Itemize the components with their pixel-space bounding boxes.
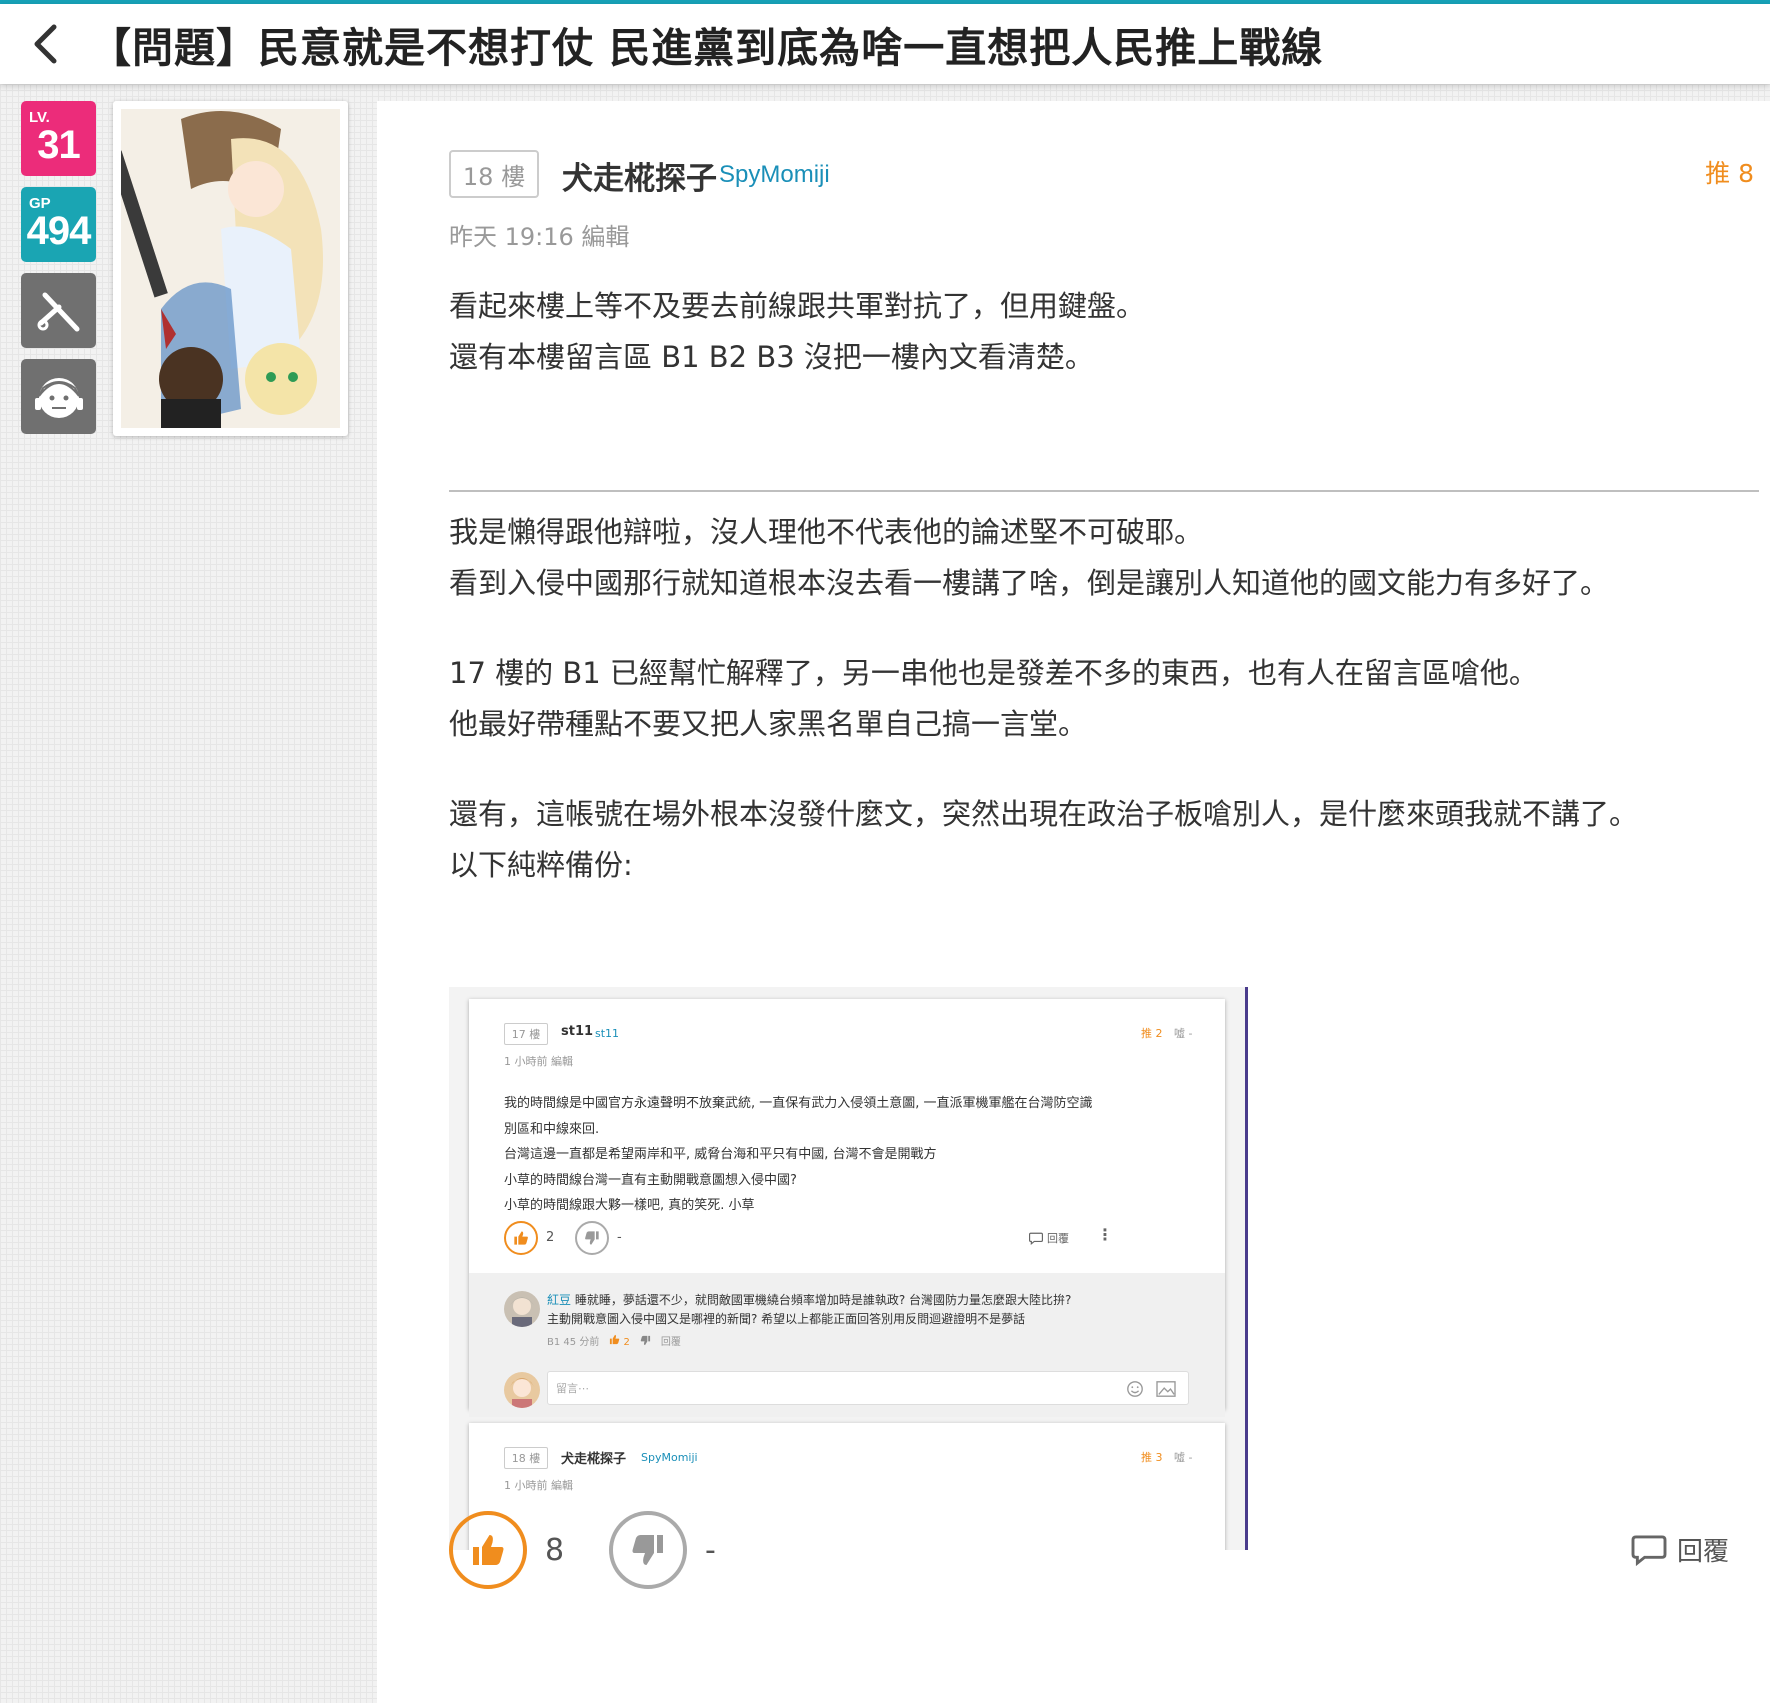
comment-input-placeholder: 留言⋯ [556,1382,589,1395]
like-button[interactable] [449,1511,527,1589]
author-name[interactable]: 犬走椛探子 [562,153,717,198]
floor-number: 18 樓 [449,150,539,198]
screenshot-like-button [504,1221,538,1255]
comment-like-count: 2 [623,1336,630,1348]
tool-icon [37,292,79,331]
screenshot-post-card: 17 樓 st11 st11 推 2 噓 - 1 小時前 編輯 我的時間線是中國… [469,999,1225,1417]
comment-line: 睡就睡，夢話還不少，就問敵國軍機繞台頻率增加時是誰執政? 台灣國防力量怎麼跟大陸… [574,1293,1072,1307]
screenshot-dislike-button [575,1221,609,1255]
paragraph-line: 我是懶得跟他辯啦，沒人理他不代表他的論述堅不可破耶。 [449,515,1204,549]
comment-reply: 回覆 [660,1337,681,1348]
screenshot-next-boo: 噓 - [1174,1451,1193,1464]
screenshot-line: 小草的時間線跟大夥一樣吧, 真的笑死. 小草 [504,1198,755,1213]
screenshot-time: 1 小時前 編輯 [504,1055,573,1068]
screenshot-push: 推 2 [1141,1027,1163,1040]
comment-likes: 2 [609,1334,630,1348]
avatar-card[interactable] [113,101,348,436]
paragraph-line: 他最好帶種點不要又把人家黑名單自己搞一言堂。 [449,707,1088,741]
comment-floor: B1 [547,1337,561,1348]
paragraph-line: 看起來樓上等不及要去前線跟共軍對抗了，但用鍵盤。 [449,289,1146,323]
paragraph: 還有，這帳號在場外根本沒發什麼文，突然出現在政治子板嗆別人，是什麼來頭我就不講了… [449,789,1759,891]
avatar-image [121,109,340,428]
screenshot-next-author: 犬走椛探子 [561,1452,627,1467]
screenshot-reply-label: 回覆 [1047,1232,1069,1245]
post-content: 看起來樓上等不及要去前線跟共軍對抗了，但用鍵盤。 還有本樓留言區 B1 B2 B… [449,281,1759,891]
top-bar: 【問題】民意就是不想打仗 民進黨到底為啥一直想把人民推上戰線 [0,4,1770,84]
screenshot-next-floor: 18 樓 [504,1447,548,1469]
screenshot-next-time: 1 小時前 編輯 [504,1479,573,1492]
screenshot-line: 台灣這邊一直都是希望兩岸和平, 威脅台海和平只有中國, 台灣不會是開戰方 [504,1147,937,1162]
paragraph: 我是懶得跟他辯啦，沒人理他不代表他的論述堅不可破耶。 看到入侵中國那行就知道根本… [449,507,1759,609]
comment-meta: B1 45 分前 2 回覆 [547,1333,681,1348]
thumb-down-icon [632,1535,663,1565]
screenshot-text: 我的時間線是中國官方永遠聲明不放棄武統, 一直保有武力入侵領土意圖, 一直派軍機… [504,1091,1093,1219]
dislike-count: - [705,1533,716,1568]
thumb-up-icon [514,1231,528,1245]
thumb-down-icon [640,1335,650,1346]
paragraph-line: 看到入侵中國那行就知道根本沒去看一樓講了啥，倒是讓別人知道他的國文能力有多好了。 [449,566,1610,600]
post-time: 昨天 19:16 編輯 [449,223,630,251]
screenshot-reply: 回覆 [1029,1230,1069,1246]
paragraph: 17 樓的 B1 已經幫忙解釋了，另一串他也是發差不多的東西，也有人在留言區嗆他… [449,648,1759,750]
paragraph-line: 還有，這帳號在場外根本沒發什麼文，突然出現在政治子板嗆別人，是什麼來頭我就不講了… [449,797,1639,831]
reply-label: 回覆 [1677,1537,1730,1567]
screenshot-line: 小草的時間線台灣一直有主動開戰意圖想入侵中國? [504,1172,797,1188]
screenshot-next-push: 推 3 [1141,1451,1163,1464]
back-arrow-icon [34,24,57,64]
more-icon: ⋮ [1097,1225,1113,1244]
like-count: 8 [545,1533,565,1568]
comment-icon [1029,1232,1043,1245]
push-count: 推 8 [1705,159,1754,188]
author-id[interactable]: SpyMomiji [719,161,830,189]
thumb-down-icon [585,1231,599,1245]
screenshot-line: 我的時間線是中國官方永遠聲明不放棄武統, 一直保有武力入侵領土意圖, 一直派軍機… [504,1096,1093,1111]
screenshot-like-count: 2 [546,1230,555,1245]
paragraph-line: 17 樓的 B1 已經幫忙解釋了，另一串他也是發差不多的東西，也有人在留言區嗆他… [449,656,1538,690]
reply-button[interactable]: 回覆 [1631,1531,1729,1568]
screenshot-next-post-card: 18 樓 犬走椛探子 SpyMomiji 推 3 噓 - 1 小時前 編輯 [469,1423,1225,1550]
paragraph: 看起來樓上等不及要去前線跟共軍對抗了，但用鍵盤。 還有本樓留言區 B1 B2 B… [449,281,1759,383]
paragraph-line: 以下純粹備份: [449,848,633,882]
comment-input: 留言⋯ [547,1371,1189,1405]
comment-icon [1631,1534,1667,1566]
comment-time: 45 分前 [563,1337,600,1348]
comment-text: 紅豆 睡就睡，夢話還不少，就問敵國軍機繞台頻率增加時是誰執政? 台灣國防力量怎麼… [547,1291,1071,1329]
thumb-up-icon [473,1535,504,1565]
face-icon [34,377,83,418]
level-value: 31 [37,123,81,167]
dislike-button[interactable] [609,1511,687,1589]
face-badge[interactable] [21,359,96,434]
screenshot-author-id: st11 [595,1027,620,1040]
tool-badge[interactable] [21,273,96,348]
screenshot-dislike-count: - [617,1230,622,1245]
level-badge: LV. 31 [21,101,96,176]
commenter-avatar [504,1291,540,1327]
post-panel: 18 樓 犬走椛探子 SpyMomiji 推 8 昨天 19:16 編輯 看起來… [377,101,1770,1703]
comment-author: 紅豆 [547,1293,572,1307]
back-button[interactable] [0,4,90,84]
screenshot-author: st11 [561,1024,594,1039]
embedded-screenshot[interactable]: 17 樓 st11 st11 推 2 噓 - 1 小時前 編輯 我的時間線是中國… [449,987,1248,1550]
emoji-icon [1127,1381,1143,1397]
gp-value: 494 [26,209,92,253]
screenshot-boo: 噓 - [1174,1027,1193,1040]
my-avatar [504,1372,540,1408]
comment-line: 主動開戰意圖入侵中國又是哪裡的新聞? 希望以上都能正面回答別用反問迴避證明不是夢… [547,1312,1026,1326]
paragraph-line: 還有本樓留言區 B1 B2 B3 沒把一樓內文看清楚。 [449,340,1094,374]
screenshot-next-author-id: SpyMomiji [641,1451,698,1464]
thumb-up-icon [610,1334,620,1344]
screenshot-line: 別區和中線來回. [504,1121,600,1137]
screenshot-floor: 17 樓 [504,1023,548,1045]
screenshot-comment-area: 紅豆 睡就睡，夢話還不少，就問敵國軍機繞台頻率增加時是誰執政? 台灣國防力量怎麼… [469,1273,1225,1417]
gp-badge: GP 494 [21,187,96,262]
image-icon [1156,1381,1176,1397]
thread-title: 【問題】民意就是不想打仗 民進黨到底為啥一直想把人民推上戰線 [90,24,1324,72]
